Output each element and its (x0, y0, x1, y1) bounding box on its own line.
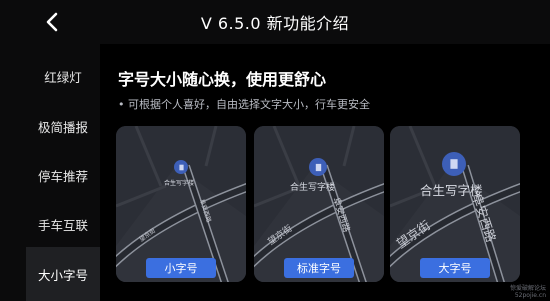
sidebar-item-label: 停车推荐 (37, 168, 88, 184)
large-font-button[interactable]: 大字号 (420, 258, 490, 278)
feature-description: • 可根据个人喜好，自由选择文字大小，行车更安全 (118, 98, 370, 111)
font-size-option-large[interactable]: 合生写字楼 望京街 阜安西路 大字号 (390, 126, 520, 282)
small-font-button[interactable]: 小字号 (146, 258, 216, 278)
sidebar-item-phone-car-connect[interactable]: 手车互联 (26, 200, 100, 248)
sidebar-item-font-size[interactable]: 大小字号 (26, 247, 100, 301)
page-title: V 6.5.0 新功能介绍 (200, 14, 350, 33)
standard-font-button[interactable]: 标准字号 (284, 258, 354, 278)
feature-detail-panel: 字号大小随心换，使用更舒心 • 可根据个人喜好，自由选择文字大小，行车更安全 合… (100, 44, 550, 301)
building-pin-icon (174, 160, 188, 174)
sidebar-item-parking-recommend[interactable]: 停车推荐 (26, 151, 100, 199)
top-bar: V 6.5.0 新功能介绍 (0, 0, 550, 44)
building-pin-icon (442, 152, 466, 176)
poi-label: 合生写字楼 (290, 183, 336, 193)
sidebar-item-traffic-light[interactable]: 红绿灯 (26, 52, 100, 100)
building-pin-icon (309, 158, 327, 176)
sidebar-item-minimal-broadcast[interactable]: 极简播报 (26, 102, 100, 150)
sidebar-item-label: 手车互联 (37, 217, 88, 233)
watermark: 惊爱破解论坛 52pojie.cn (510, 285, 546, 299)
sidebar-item-label: 大小字号 (37, 267, 88, 283)
font-size-option-standard[interactable]: 合生写字楼 望京街 阜安西路 标准字号 (254, 126, 384, 282)
feature-headline: 字号大小随心换，使用更舒心 (118, 70, 327, 89)
watermark-line: 52pojie.cn (514, 292, 546, 299)
watermark-line: 惊爱破解论坛 (509, 285, 546, 292)
sidebar: 红绿灯 极简播报 停车推荐 手车互联 大小字号 (26, 52, 100, 301)
sidebar-item-label: 红绿灯 (44, 69, 82, 85)
poi-label: 合生写字楼 (164, 180, 195, 187)
sidebar-item-label: 极简播报 (37, 119, 88, 135)
font-size-option-small[interactable]: 合生写字楼 望京街 阜安西路 小字号 (116, 126, 246, 282)
